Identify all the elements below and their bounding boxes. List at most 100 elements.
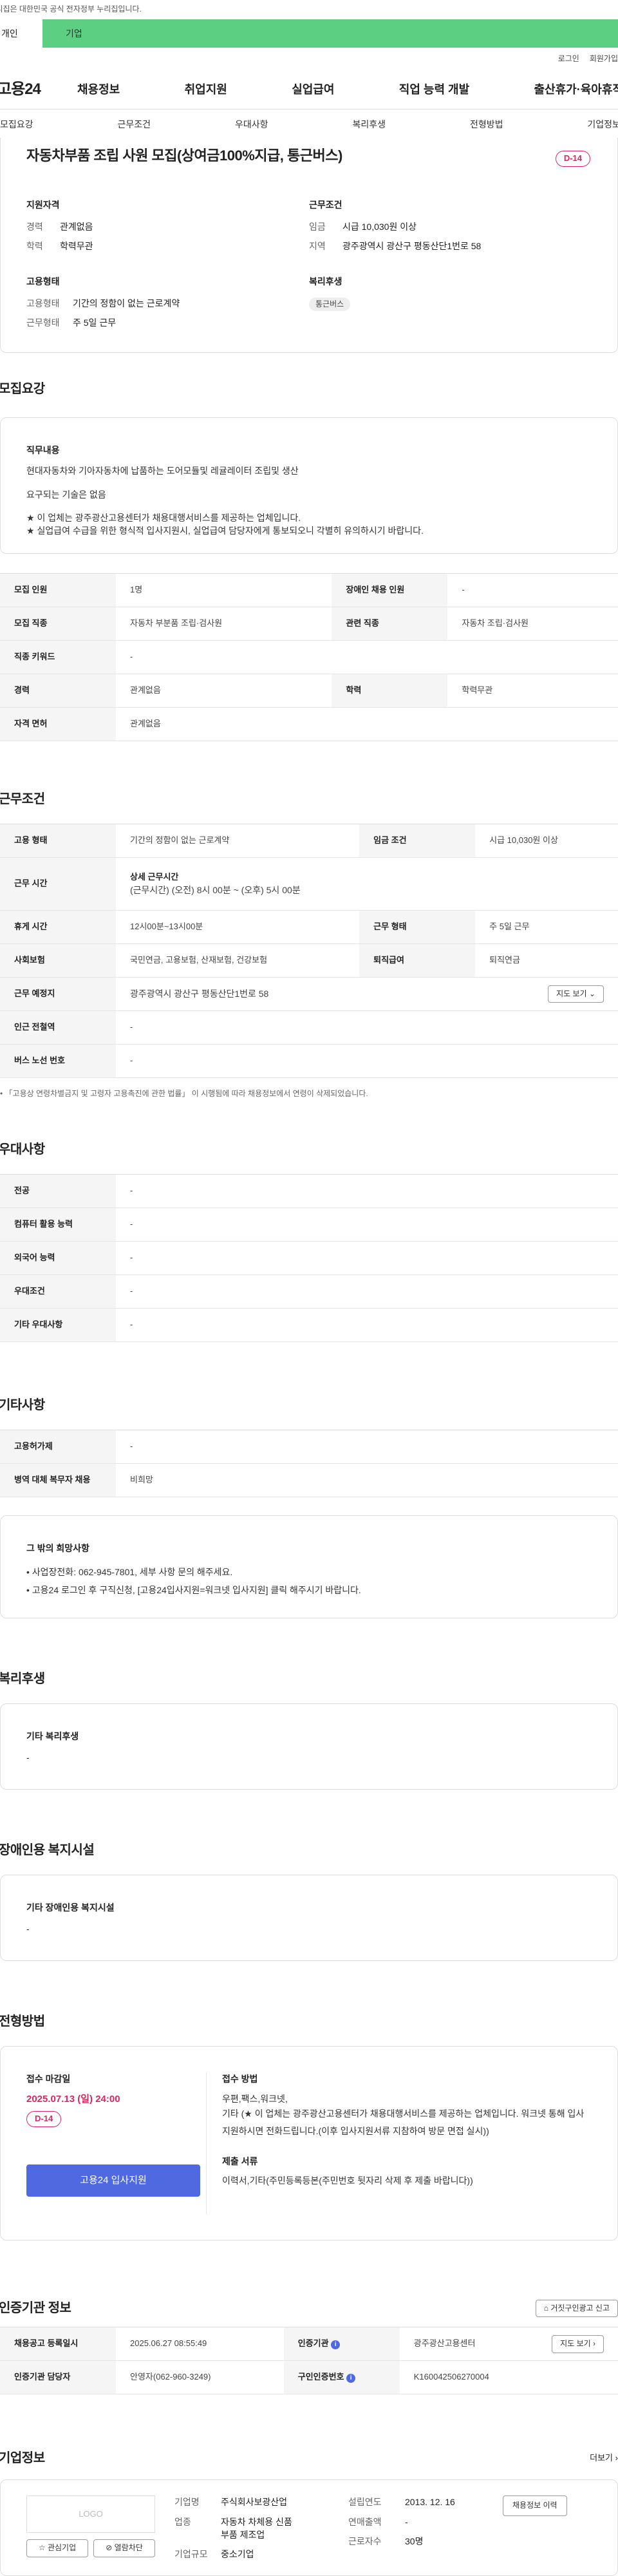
row-header: 근무 형태 bbox=[359, 911, 475, 944]
row-value: 자동차 조립·검사원 bbox=[447, 607, 618, 641]
row-header: 채용공고 등록일시 bbox=[0, 2327, 116, 2361]
row-header: 임금 조건 bbox=[359, 824, 475, 858]
pref-title: 우대사항 bbox=[0, 1141, 618, 1159]
tab-personal[interactable]: 개인 bbox=[0, 19, 42, 48]
gnb-item-training[interactable]: 직업 능력 개발 bbox=[399, 81, 469, 98]
gnb-item-jobs[interactable]: 채용정보 bbox=[77, 81, 120, 98]
pref-section: 우대사항 전공- 컴퓨터 활용 능력- 외국어 능력- 우대조건- 기타 우대사… bbox=[0, 1141, 618, 1342]
map-button[interactable]: 지도 보기 › bbox=[552, 2335, 604, 2353]
row-value: - bbox=[116, 1242, 618, 1275]
wish-heading: 그 밖의 희망사항 bbox=[26, 1542, 592, 1555]
docs-label: 제출 서류 bbox=[222, 2155, 592, 2168]
duty-line: ★ 이 업체는 광주광산고용센터가 채용대행서비스를 제공하는 업체입니다. bbox=[26, 511, 592, 524]
chevron-right-icon: › bbox=[593, 2339, 595, 2348]
gnb-item-unemployment[interactable]: 실업급여 bbox=[292, 81, 334, 98]
tab-company[interactable]: 기업정보 bbox=[587, 118, 618, 131]
selection-title: 전형방법 bbox=[0, 2012, 618, 2031]
duty-card: 직무내용 현대자동차와 기아자동차에 납품하는 도어모듈및 레귤레이터 조립및 … bbox=[0, 417, 618, 554]
row-value: 1명 bbox=[116, 574, 332, 607]
row-header: 근무 예정지 bbox=[0, 978, 116, 1011]
row-value: 자동차 부분품 조립·검사원 bbox=[116, 607, 332, 641]
cond-key: 임금 bbox=[309, 220, 342, 233]
info-icon[interactable]: i bbox=[331, 2340, 340, 2349]
history-button[interactable]: 채용정보 이력 bbox=[503, 2496, 567, 2515]
report-button[interactable]: ⌂ 거짓구인광고 신고 bbox=[536, 2300, 618, 2317]
method-label: 접수 방법 bbox=[222, 2072, 592, 2085]
tab-workcond[interactable]: 근무조건 bbox=[117, 118, 151, 131]
deadline-block: 접수 마감일 2025.07.13 (일) 24:00 D-14 고용24 입사… bbox=[26, 2072, 207, 2214]
block-button[interactable]: ⊘ 열람차단 bbox=[93, 2539, 155, 2557]
wish-card: 그 밖의 희망사항 • 사업장전화: 062-945-7801, 세부 사항 문… bbox=[0, 1515, 618, 1618]
utility-links: 로그인 회원가입 bbox=[0, 48, 618, 71]
emp-value: 기간의 정함이 없는 근로계약 bbox=[73, 297, 180, 310]
duty-heading: 직무내용 bbox=[26, 444, 592, 457]
map-button[interactable]: 지도 보기 ⌄ bbox=[548, 985, 604, 1003]
row-header: 병역 대체 복무자 채용 bbox=[0, 1464, 116, 1497]
tab-business[interactable]: 기업 bbox=[42, 19, 618, 48]
company-card: LOGO ☆ 관심기업 ⊘ 열람차단 기업명주식회사보광산업 업종자동차 차체용… bbox=[0, 2479, 618, 2576]
table-row: 자격 면허관계없음 bbox=[0, 708, 618, 741]
row-header: 직종 키워드 bbox=[0, 641, 116, 674]
chevron-right-icon: › bbox=[615, 2453, 618, 2463]
company-value: 30명 bbox=[405, 2535, 423, 2548]
deadline-date: 2025.07.13 (일) 24:00 bbox=[26, 2092, 193, 2107]
row-header: 모집 직종 bbox=[0, 607, 116, 641]
table-row: 직종 키워드- bbox=[0, 641, 618, 674]
emp-value: 주 5일 근무 bbox=[73, 316, 116, 329]
job-summary-card: 자동차부품 조립 사원 모집(상여금100%지급, 통근버스) D-14 지원자… bbox=[0, 138, 618, 353]
wish-line: • 고용24 로그인 후 구직신청, [고용24입사지원=워크넷 입사지원] 클… bbox=[26, 1584, 592, 1596]
row-header: 휴게 시간 bbox=[0, 911, 116, 944]
apply-button[interactable]: 고용24 입사지원 bbox=[26, 2164, 200, 2197]
recruit-table: 모집 인원1명장애인 채용 인원- 모집 직종자동차 부분품 조립·검사원관련 … bbox=[0, 573, 618, 741]
more-link[interactable]: 더보기 › bbox=[590, 2452, 618, 2465]
map-button-label: 지도 보기 bbox=[556, 989, 587, 998]
tab-recruit[interactable]: 모집요강 bbox=[0, 118, 33, 131]
row-value: 안영자(062-960-3249) bbox=[116, 2361, 284, 2394]
map-button-label: 지도 보기 bbox=[560, 2339, 591, 2348]
global-menu: 채용정보 취업지원 실업급여 직업 능력 개발 출산휴가·육아휴직 bbox=[77, 81, 618, 98]
company-key: 근로자수 bbox=[348, 2535, 405, 2548]
row-value: 관계없음 bbox=[116, 674, 332, 708]
row-value: K160042506270004 bbox=[400, 2361, 618, 2394]
qual-value: 관계없음 bbox=[60, 220, 93, 233]
table-row: 고용허가제- bbox=[0, 1430, 618, 1464]
disability-title: 장애인용 복지시설 bbox=[0, 1841, 618, 1859]
duty-line: 요구되는 기술은 없음 bbox=[26, 488, 592, 501]
row-value: 12시00분~13시00분 bbox=[116, 911, 359, 944]
table-row: 고용 형태기간의 정함이 없는 근로계약임금 조건시급 10,030원 이상 bbox=[0, 824, 618, 858]
row-value: 시급 10,030원 이상 bbox=[475, 824, 618, 858]
bullet-icon: • bbox=[0, 1089, 3, 1098]
table-row: 병역 대체 복무자 채용비희망 bbox=[0, 1464, 618, 1497]
duty-line: ★ 실업급여 수급을 위한 형식적 입사지원시, 실업급여 담당자에게 통보되오… bbox=[26, 524, 592, 537]
selection-card: 접수 마감일 2025.07.13 (일) 24:00 D-14 고용24 입사… bbox=[0, 2046, 618, 2240]
site-logo[interactable]: 고용24 bbox=[0, 79, 77, 101]
tab-welfare[interactable]: 복리후생 bbox=[352, 118, 386, 131]
method-line: 기타 (★ 이 업체는 광주광산고용센터가 채용대행서비스를 제공하는 업체입니… bbox=[222, 2105, 592, 2139]
welfare-sub: 기타 복리후생 bbox=[26, 1730, 592, 1743]
table-row: 인근 전철역- bbox=[0, 1011, 618, 1045]
cert-number-label: 구인인증번호 bbox=[298, 2372, 344, 2382]
favorite-button[interactable]: ☆ 관심기업 bbox=[26, 2539, 88, 2557]
company-value: - bbox=[405, 2515, 408, 2528]
row-value: - bbox=[116, 1045, 618, 1078]
row-value: 기간의 정함이 없는 근로계약 bbox=[116, 824, 359, 858]
gnb-item-employment-support[interactable]: 취업지원 bbox=[185, 81, 227, 98]
table-row: 기타 우대사항- bbox=[0, 1309, 618, 1342]
company-info-right: 설립연도2013. 12. 16 연매출액- 근로자수30명 bbox=[348, 2496, 483, 2560]
gnb-item-parental-leave[interactable]: 출산휴가·육아휴직 bbox=[534, 81, 618, 98]
gov-notice: 이 누리집은 대한민국 공식 전자정부 누리집입니다. bbox=[0, 0, 618, 19]
login-link[interactable]: 로그인 bbox=[558, 53, 579, 64]
tab-pref[interactable]: 우대사항 bbox=[235, 118, 268, 131]
row-header: 외국어 능력 bbox=[0, 1242, 116, 1275]
signup-link[interactable]: 회원가입 bbox=[590, 53, 618, 64]
tab-personal-label: 개인 bbox=[1, 27, 18, 40]
tab-selection[interactable]: 전형방법 bbox=[470, 118, 503, 131]
company-key: 기업명 bbox=[174, 2496, 221, 2508]
block-icon: ⊘ bbox=[106, 2543, 112, 2552]
etc-section: 기타사항 고용허가제- 병역 대체 복무자 채용비희망 그 밖의 희망사항 • … bbox=[0, 1396, 618, 1618]
docs-value: 이력서,기타(주민등록등본(주민번호 뒷자리 삭제 후 제출 바랍니다)) bbox=[222, 2174, 592, 2187]
company-section: 기업정보 더보기 › LOGO ☆ 관심기업 ⊘ 열람차단 기업명주식회사보광산… bbox=[0, 2448, 618, 2576]
info-icon[interactable]: i bbox=[346, 2374, 355, 2383]
welfare-heading: 복리후생 bbox=[309, 275, 592, 288]
row-header: 학력 bbox=[332, 674, 447, 708]
